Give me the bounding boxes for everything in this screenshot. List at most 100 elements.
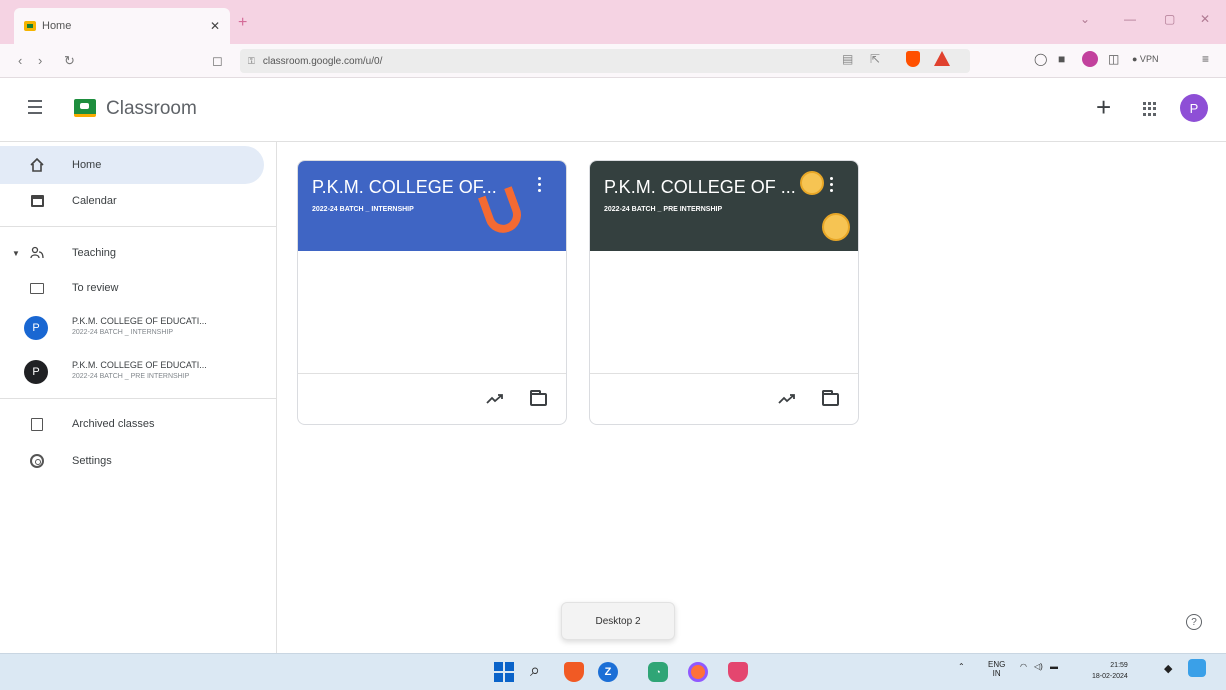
system-clock[interactable]: 21:59 18-02-2024	[1092, 660, 1128, 682]
calendar-icon	[31, 195, 44, 207]
card-title[interactable]: P.K.M. COLLEGE OF...	[312, 177, 497, 198]
sidebar-item-label: To review	[72, 282, 119, 294]
forward-icon[interactable]: ›	[38, 53, 42, 68]
firefox-icon[interactable]	[688, 662, 708, 682]
language-indicator[interactable]: ENG IN	[988, 660, 1005, 678]
archive-icon	[31, 417, 43, 431]
brave-shields-icon[interactable]	[906, 51, 920, 67]
bookmark-icon[interactable]: ◻	[212, 53, 223, 69]
volume-icon[interactable]: ◁)	[1034, 662, 1043, 671]
sidebar-toggle-icon[interactable]: ■	[1058, 52, 1065, 66]
card-subtitle: 2022-24 BATCH _ PRE INTERNSHIP	[604, 206, 723, 213]
card-header[interactable]: P.K.M. COLLEGE OF... 2022-24 BATCH _ INT…	[298, 161, 566, 251]
home-icon	[30, 158, 44, 172]
gear-icon	[30, 454, 44, 468]
card-options-icon[interactable]	[538, 177, 544, 195]
account-avatar[interactable]: P	[1180, 94, 1208, 122]
card-header[interactable]: P.K.M. COLLEGE OF ... 2022-24 BATCH _ PR…	[590, 161, 858, 251]
menu-icon[interactable]: ≡	[1202, 52, 1209, 66]
card-title[interactable]: P.K.M. COLLEGE OF ...	[604, 177, 796, 198]
brave-browser-icon[interactable]	[564, 662, 584, 682]
main-menu-icon[interactable]	[28, 100, 42, 114]
new-tab-button[interactable]: +	[238, 14, 247, 32]
class-name: P.K.M. COLLEGE OF EDUCATI...	[72, 360, 207, 370]
site-info-icon[interactable]: ⚿	[248, 56, 255, 67]
class-section: 2022-24 BATCH _ PRE INTERNSHIP	[72, 373, 190, 380]
wifi-icon[interactable]: ◠	[1020, 662, 1027, 671]
trending-icon[interactable]	[778, 393, 796, 405]
sidebar-item-home[interactable]: Home	[0, 146, 264, 184]
sidebar-class-internship[interactable]: P P.K.M. COLLEGE OF EDUCATI... 2022-24 B…	[0, 308, 270, 352]
reload-icon[interactable]: ↻	[64, 53, 75, 69]
close-tab-icon[interactable]: ✕	[210, 19, 220, 33]
close-window-icon[interactable]: ✕	[1200, 12, 1210, 26]
help-button[interactable]: ?	[1186, 614, 1202, 630]
classroom-logo-icon[interactable]	[74, 99, 96, 117]
address-bar-row: ‹ › ↻ ◻ ⚿ classroom.google.com/u/0/ ▤ ⇱ …	[0, 44, 1226, 78]
trending-icon[interactable]	[486, 393, 504, 405]
zoom-app-icon[interactable]: Z	[598, 662, 618, 682]
class-avatar: P	[24, 360, 48, 384]
windows-taskbar: ⌕ Z ◔ ⌃ ENG IN ◠ ◁) ▬ 21:59 18-02-2024 ◆	[0, 653, 1226, 690]
back-icon[interactable]: ‹	[18, 53, 22, 68]
brave-rewards-icon[interactable]	[934, 51, 950, 66]
create-join-class-button[interactable]: +	[1096, 92, 1111, 123]
card-footer-divider	[298, 373, 566, 374]
class-card-internship[interactable]: P.K.M. COLLEGE OF... 2022-24 BATCH _ INT…	[297, 160, 567, 425]
whatsapp-icon[interactable]: ◔	[648, 662, 668, 682]
url-field[interactable]: ⚿ classroom.google.com/u/0/	[240, 49, 970, 73]
tab-search-icon[interactable]: ⌄	[1080, 12, 1090, 26]
class-avatar: P	[24, 316, 48, 340]
google-apps-icon[interactable]	[1143, 102, 1157, 116]
language-code: ENG	[988, 660, 1006, 669]
minimize-icon[interactable]: —	[1124, 12, 1136, 26]
folder-check-icon	[30, 282, 44, 294]
tray-chevron-icon[interactable]: ⌃	[958, 662, 965, 671]
battery-icon[interactable]: ▬	[1050, 662, 1058, 671]
sidebar-item-label: Teaching	[72, 247, 117, 259]
brave-nightly-icon[interactable]	[728, 662, 748, 682]
folder-icon[interactable]	[530, 390, 547, 406]
notification-icon[interactable]: ◆	[1164, 662, 1172, 675]
folder-icon[interactable]	[822, 390, 839, 406]
vpn-button[interactable]: ● VPN	[1132, 54, 1158, 64]
card-options-icon[interactable]	[830, 177, 836, 195]
app-title[interactable]: Classroom	[106, 98, 197, 120]
wallet-icon[interactable]: ◫	[1108, 52, 1119, 66]
share-icon[interactable]: ⇱	[870, 52, 880, 66]
browser-tab-home[interactable]: Home ✕	[14, 8, 230, 44]
sidebar-class-pre-internship[interactable]: P P.K.M. COLLEGE OF EDUCATI... 2022-24 B…	[0, 352, 270, 396]
search-icon[interactable]: ⌕	[530, 660, 550, 680]
class-section: 2022-24 BATCH _ INTERNSHIP	[72, 329, 174, 336]
sidebar-item-label: Calendar	[72, 195, 117, 207]
sidebar-item-label: Home	[72, 159, 102, 171]
clock-date: 18-02-2024	[1092, 673, 1128, 680]
sidebar-item-settings[interactable]: Settings	[0, 442, 264, 480]
sidebar-item-to-review[interactable]: To review	[0, 269, 264, 307]
url-text: classroom.google.com/u/0/	[262, 55, 383, 67]
tab-title: Home	[42, 20, 72, 32]
desktop-tooltip: Desktop 2	[561, 602, 675, 640]
coin-illustration-icon	[822, 213, 850, 241]
copilot-icon[interactable]	[1188, 659, 1206, 677]
windows-start-icon[interactable]	[494, 662, 514, 682]
reader-mode-icon[interactable]: ▤	[842, 52, 853, 66]
region-code: IN	[992, 669, 1001, 678]
chat-icon[interactable]: ◯	[1034, 52, 1047, 66]
sidebar-item-label: Settings	[72, 455, 112, 467]
maximize-icon[interactable]: ▢	[1164, 12, 1175, 26]
classroom-favicon-icon	[24, 21, 36, 31]
class-card-pre-internship[interactable]: P.K.M. COLLEGE OF ... 2022-24 BATCH _ PR…	[589, 160, 859, 425]
sidebar-item-calendar[interactable]: Calendar	[0, 182, 264, 220]
card-subtitle: 2022-24 BATCH _ INTERNSHIP	[312, 206, 414, 213]
expand-caret-icon[interactable]: ▼	[12, 249, 20, 258]
sidebar-item-teaching[interactable]: ▼ Teaching	[0, 234, 264, 272]
sidebar-item-archived[interactable]: Archived classes	[0, 405, 264, 443]
card-footer-divider	[590, 373, 858, 374]
class-name: P.K.M. COLLEGE OF EDUCATI...	[72, 316, 207, 326]
clock-time: 21:59	[1110, 662, 1128, 669]
sidebar-divider	[0, 398, 277, 399]
profile-icon[interactable]	[1082, 51, 1098, 67]
sidebar-item-label: Archived classes	[72, 418, 155, 430]
sidebar-divider	[0, 226, 277, 227]
